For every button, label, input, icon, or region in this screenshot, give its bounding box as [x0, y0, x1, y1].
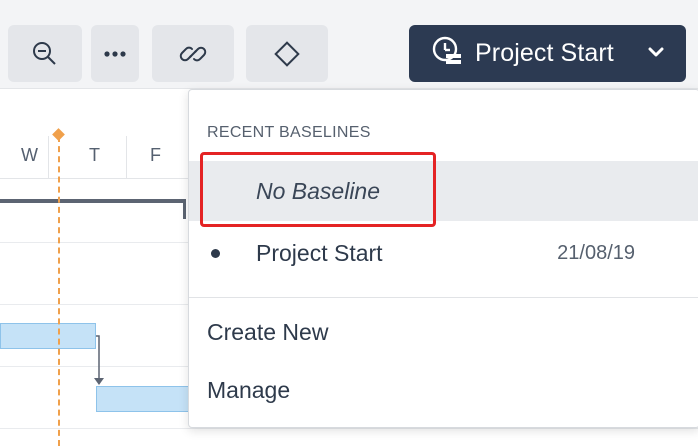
task-bar[interactable]	[0, 323, 96, 349]
row-divider	[0, 428, 698, 429]
milestone-button[interactable]	[246, 25, 328, 82]
bullet-icon	[211, 248, 220, 258]
task-bar[interactable]	[96, 386, 190, 412]
recent-baselines-heading: RECENT BASELINES	[207, 124, 371, 141]
summary-task-end	[183, 199, 186, 219]
day-label-thursday: T	[89, 145, 100, 165]
baseline-dropdown-button[interactable]: Project Start	[409, 25, 686, 82]
more-button[interactable]	[91, 25, 139, 82]
zoom-out-icon	[33, 41, 56, 65]
summary-task-bar[interactable]	[0, 199, 186, 203]
create-new-baseline-item[interactable]: Create New	[207, 319, 328, 346]
day-label-wednesday: W	[21, 145, 38, 165]
manage-baselines-item[interactable]: Manage	[207, 377, 290, 404]
baseline-button-label: Project Start	[475, 39, 614, 67]
baseline-dropdown-menu: RECENT BASELINES No Baseline Project Sta…	[188, 89, 698, 428]
baseline-clock-icon	[431, 35, 463, 72]
day-divider	[126, 136, 127, 178]
more-icon	[104, 50, 126, 57]
menu-item-label: Project Start	[256, 239, 383, 266]
day-label-friday: F	[150, 145, 161, 165]
day-divider	[48, 136, 49, 178]
milestone-diamond-icon	[274, 40, 300, 67]
menu-divider	[189, 297, 698, 298]
chevron-down-icon[interactable]	[648, 45, 664, 64]
dependency-arrow-icon	[94, 335, 104, 385]
link-icon	[179, 46, 207, 61]
link-button[interactable]	[152, 25, 234, 82]
zoom-out-button[interactable]	[8, 25, 82, 82]
baseline-date: 21/08/19	[557, 241, 635, 264]
today-marker-line	[58, 136, 60, 446]
toolbar: Project Start	[0, 0, 698, 89]
menu-item-project-start[interactable]: Project Start 21/08/19	[189, 223, 698, 283]
highlight-box	[200, 152, 436, 227]
